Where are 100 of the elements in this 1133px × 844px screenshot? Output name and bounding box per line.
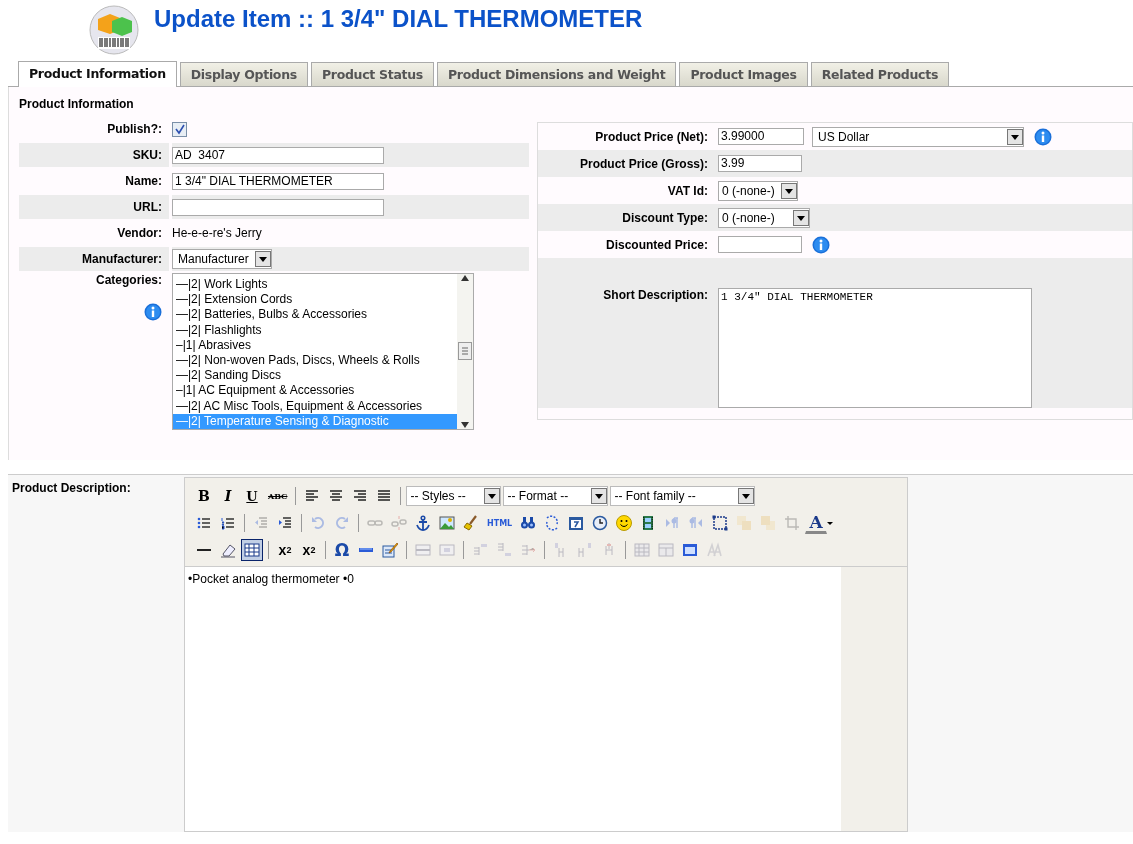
align-center-icon bbox=[328, 488, 345, 504]
calendar-icon bbox=[568, 515, 585, 531]
section-heading: Product Information bbox=[19, 97, 135, 111]
category-option[interactable]: —|2| Non-woven Pads, Discs, Wheels & Rolls bbox=[173, 352, 457, 369]
clock-icon bbox=[592, 515, 609, 531]
text-color-button[interactable]: A bbox=[805, 512, 828, 534]
outdent-icon bbox=[253, 515, 269, 531]
horizontal-line-icon bbox=[197, 549, 211, 551]
short-description-field[interactable]: 1 3/4" DIAL THERMOMETER bbox=[718, 288, 1032, 408]
delete-row-icon bbox=[520, 542, 536, 558]
binoculars-icon bbox=[520, 515, 537, 531]
table-icon bbox=[634, 542, 650, 558]
category-option[interactable]: —|2| Sanding Discs bbox=[173, 368, 457, 384]
crop-icon bbox=[784, 515, 801, 531]
discount-type-dropdown[interactable]: 0 (-none-) bbox=[718, 207, 810, 228]
net-price-field[interactable]: 3.99000 bbox=[718, 128, 804, 145]
discounted-price-field[interactable] bbox=[718, 236, 802, 253]
vat-dropdown[interactable]: 0 (-none-) bbox=[718, 180, 798, 201]
scroll-up-arrow-icon[interactable] bbox=[461, 274, 469, 282]
grid-icon bbox=[244, 542, 260, 558]
publish-checkbox[interactable] bbox=[172, 121, 187, 137]
currency-dropdown[interactable]: US Dollar bbox=[812, 126, 1024, 147]
row-properties-icon bbox=[415, 542, 431, 558]
window-icon bbox=[682, 542, 698, 558]
checkmark-icon bbox=[173, 123, 186, 135]
tab[interactable]: Product Information bbox=[18, 61, 177, 87]
category-option[interactable]: —|2| AC Misc Tools, Equipment & Accessories bbox=[173, 398, 457, 414]
vendor-value: He-e-e-re's Jerry bbox=[172, 226, 262, 240]
row-after-icon bbox=[496, 542, 512, 558]
tab[interactable]: Related Products bbox=[810, 62, 950, 86]
toolbar-dropdown[interactable]: -- Font family -- bbox=[610, 486, 756, 506]
field-label: SKU: bbox=[132, 148, 162, 162]
grid-button[interactable] bbox=[241, 539, 263, 561]
field-label: URL: bbox=[133, 200, 162, 214]
tab[interactable]: Display Options bbox=[179, 62, 308, 86]
tab[interactable]: Product Status bbox=[310, 62, 434, 86]
product-logo-drawing bbox=[88, 5, 140, 57]
style-properties-icon bbox=[706, 542, 722, 558]
send-backward-icon bbox=[760, 515, 777, 531]
image-icon bbox=[439, 515, 455, 531]
replace-icon bbox=[544, 515, 561, 531]
row-before-icon bbox=[472, 542, 488, 558]
field-label: Discount Type: bbox=[622, 210, 708, 225]
underline-button[interactable]: U bbox=[241, 485, 263, 507]
cell-properties-icon bbox=[439, 542, 455, 558]
info-icon bbox=[144, 303, 162, 321]
scroll-down-arrow-icon[interactable] bbox=[461, 421, 469, 429]
toolbar-dropdown[interactable]: -- Styles -- bbox=[406, 486, 502, 506]
category-option[interactable]: —|2| Flashlights bbox=[173, 322, 457, 338]
numbered-list-icon bbox=[220, 515, 236, 531]
bold-button[interactable]: B bbox=[193, 485, 215, 507]
align-right-icon bbox=[352, 488, 369, 504]
field-label: Categories: bbox=[95, 273, 162, 287]
tab[interactable]: Product Dimensions and Weight bbox=[436, 62, 677, 86]
field-label: Vendor: bbox=[117, 226, 162, 240]
smiley-icon bbox=[616, 515, 633, 531]
name-field[interactable]: 1 3/4" DIAL THERMOMETER bbox=[172, 172, 384, 190]
category-option[interactable]: —|2| Work Lights bbox=[173, 277, 457, 293]
anchor-icon bbox=[415, 515, 431, 531]
superscript-button[interactable]: x$^{2}$ bbox=[298, 539, 320, 561]
field-label: Product Price (Gross): bbox=[579, 156, 708, 171]
indent-icon bbox=[277, 515, 293, 531]
info-icon bbox=[812, 235, 830, 254]
gross-price-field[interactable]: 3.99 bbox=[718, 155, 802, 172]
sku-field[interactable]: AD 3407 bbox=[172, 146, 384, 164]
manufacturer-dropdown[interactable]: Manufacturer bbox=[172, 249, 272, 269]
strikethrough-button[interactable]: ABC bbox=[265, 485, 291, 507]
category-option[interactable]: —|2| Extension Cords bbox=[173, 292, 457, 308]
page-title: Update Item :: 1 3/4" DIAL THERMOMETER bbox=[154, 5, 643, 33]
categories-listbox[interactable] bbox=[172, 273, 474, 430]
left-to-right-icon bbox=[664, 515, 681, 531]
field-label: Product Price (Net): bbox=[595, 129, 708, 144]
scroll-thumb[interactable] bbox=[458, 342, 472, 360]
toolbar-dropdown[interactable]: -- Format -- bbox=[503, 486, 609, 506]
field-label: Name: bbox=[125, 174, 162, 188]
redo-icon bbox=[334, 515, 350, 531]
dashed-frame-icon bbox=[712, 515, 729, 531]
field-label: Product Description: bbox=[11, 480, 132, 497]
editor-content[interactable]: •Pocket analog thermometer •0 bbox=[185, 567, 841, 831]
tab[interactable]: Product Images bbox=[679, 62, 808, 86]
unlink-icon bbox=[391, 515, 407, 531]
italic-button[interactable]: I bbox=[217, 485, 239, 507]
eraser-icon bbox=[220, 542, 236, 558]
field-label: Short Description: bbox=[603, 288, 708, 302]
align-left-icon bbox=[304, 488, 321, 504]
field-label: Publish?: bbox=[107, 122, 162, 136]
undo-icon bbox=[310, 515, 326, 531]
caret-icon bbox=[827, 521, 834, 525]
bulleted-list-icon bbox=[196, 515, 212, 531]
scrollbar[interactable] bbox=[457, 274, 473, 429]
category-option[interactable]: –|1| AC Equipment & Accessories bbox=[173, 383, 457, 399]
field-label: Discounted Price: bbox=[605, 237, 708, 252]
url-field[interactable] bbox=[172, 198, 384, 216]
omega-button[interactable]: Ω bbox=[331, 539, 353, 561]
split-cells-icon bbox=[658, 542, 674, 558]
category-option[interactable]: —|2| Batteries, Bulbs & Accessories bbox=[173, 307, 457, 323]
bring-forward-icon bbox=[736, 515, 753, 531]
html-button[interactable]: HTML bbox=[484, 512, 516, 534]
category-option[interactable]: –|1| Abrasives bbox=[173, 337, 457, 353]
field-label: Manufacturer: bbox=[82, 252, 162, 266]
